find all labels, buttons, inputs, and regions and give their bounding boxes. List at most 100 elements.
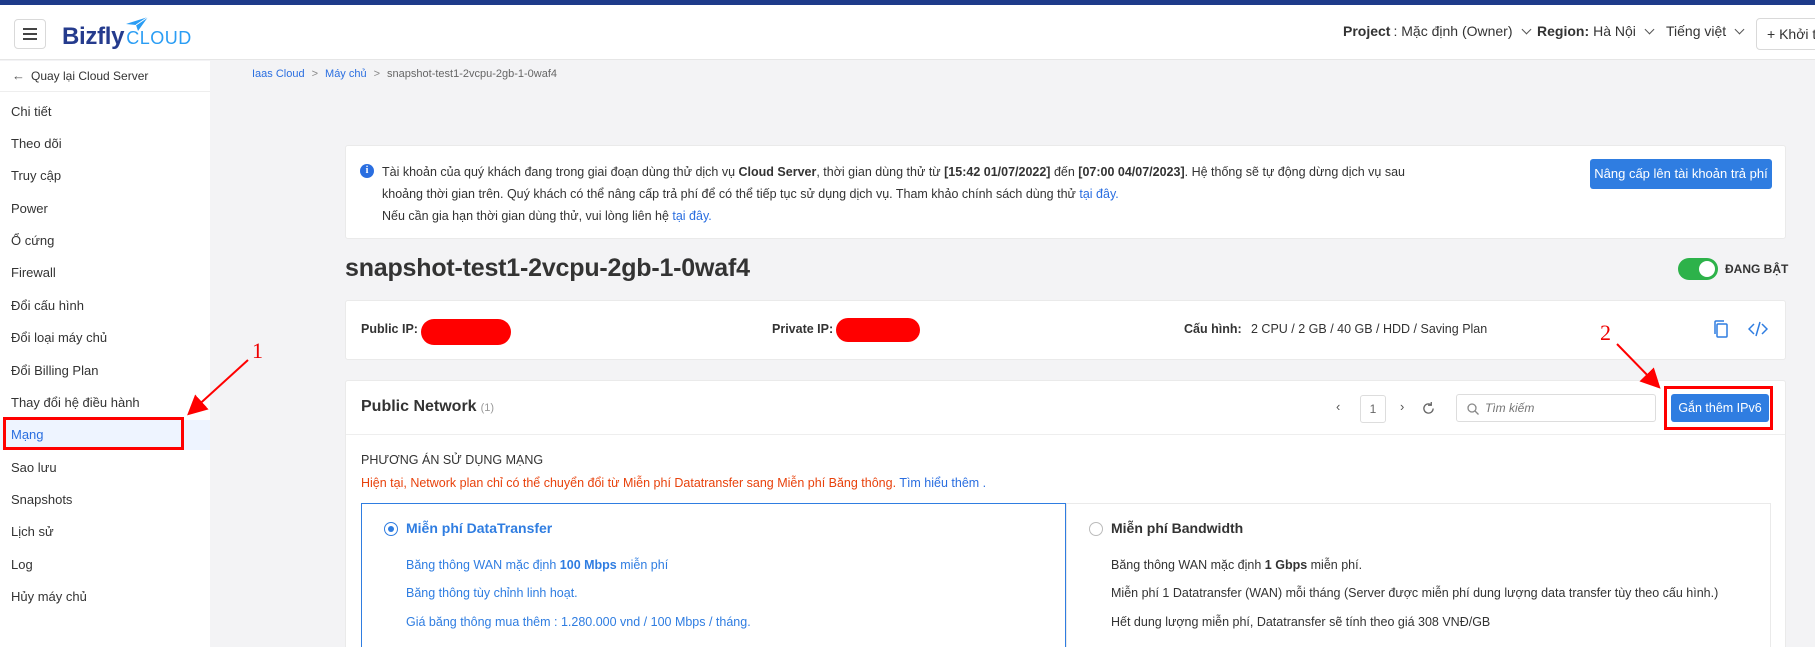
breadcrumb-separator: > xyxy=(311,68,319,80)
sidebar-item-log[interactable]: Log xyxy=(0,550,210,580)
sidebar: ← Quay lại Cloud Server Chi tiết Theo dõ… xyxy=(0,61,210,647)
plan-option-datatransfer[interactable]: Miễn phí DataTransfer Băng thông WAN mặc… xyxy=(361,503,1066,647)
sidebar-item-theo-doi[interactable]: Theo dõi xyxy=(0,129,210,159)
next-page-icon[interactable]: › xyxy=(1400,399,1404,414)
public-ip-label: Public IP: xyxy=(361,322,418,336)
top-header: Bizfly CLOUD Project : Mặc định (Owner) … xyxy=(0,5,1815,60)
current-page[interactable]: 1 xyxy=(1360,395,1386,423)
breadcrumb-current: snapshot-test1-2vcpu-2gb-1-0waf4 xyxy=(387,68,558,80)
chevron-down-icon xyxy=(1644,24,1655,34)
public-network-panel: Public Network(1) ‹ 1 › Gắn thêm IPv6 PH… xyxy=(345,380,1786,647)
annotation-box-ipv6 xyxy=(1664,386,1773,430)
radio-datatransfer[interactable] xyxy=(384,522,398,536)
logo-brand-main: Bizfly xyxy=(62,23,125,50)
prev-page-icon[interactable]: ‹ xyxy=(1336,399,1340,414)
config-value: 2 CPU / 2 GB / 40 GB / HDD / Saving Plan xyxy=(1251,322,1488,336)
option-line: Băng thông tùy chỉnh linh hoạt. xyxy=(406,586,578,600)
search-box[interactable] xyxy=(1456,394,1656,422)
sidebar-item-thay-doi-he-dieu-hanh[interactable]: Thay đổi hệ điều hành xyxy=(0,388,210,418)
sidebar-item-chi-tiet[interactable]: Chi tiết xyxy=(0,97,210,127)
breadcrumb: Iaas Cloud > Máy chủ > snapshot-test1-2vcpu-… xyxy=(252,68,557,80)
trial-notice-text: Tài khoản của quý khách đang trong giai … xyxy=(382,161,1442,227)
notice-text: , thời gian dùng thử từ xyxy=(816,165,945,179)
copy-icon[interactable] xyxy=(1711,319,1731,339)
sidebar-item-lich-su[interactable]: Lịch sử xyxy=(0,517,210,547)
notice-trial-end: [07:00 04/07/2023] xyxy=(1078,165,1185,179)
option-text: miễn phí xyxy=(616,558,669,572)
project-label: Project xyxy=(1343,23,1391,39)
option-line: Băng thông WAN mặc định 100 Mbps miễn ph… xyxy=(406,558,668,572)
breadcrumb-may-chu[interactable]: Máy chủ xyxy=(325,68,367,80)
notice-text: khoảng thời gian trên. Quý khách có thể … xyxy=(382,187,1080,201)
region-label: Region: xyxy=(1537,23,1590,39)
contact-link[interactable]: tại đây. xyxy=(672,209,711,223)
sidebar-item-doi-cau-hinh[interactable]: Đổi cấu hình xyxy=(0,291,210,321)
private-ip-redacted xyxy=(836,318,920,342)
annotation-number-2: 2 xyxy=(1600,320,1611,345)
sidebar-item-snapshots[interactable]: Snapshots xyxy=(0,485,210,515)
option-text: Băng thông WAN mặc định xyxy=(406,558,560,572)
sidebar-item-huy-may-chu[interactable]: Hủy máy chủ xyxy=(0,582,210,612)
notice-text: Tài khoản của quý khách đang trong giai … xyxy=(382,165,739,179)
learn-more-link[interactable]: Tìm hiểu thêm . xyxy=(899,476,986,490)
notice-service: Cloud Server xyxy=(738,165,817,179)
sidebar-item-truy-cap[interactable]: Truy cập xyxy=(0,161,210,191)
upgrade-account-button[interactable]: Nâng cấp lên tài khoản trả phí xyxy=(1590,159,1772,189)
search-input[interactable] xyxy=(1485,399,1645,417)
language-selector[interactable]: Tiếng việt xyxy=(1666,23,1745,39)
server-info-bar: Public IP: Private IP: Cấu hình: 2 CPU /… xyxy=(345,300,1786,360)
breadcrumb-separator: > xyxy=(373,68,381,80)
option-title: Miễn phí DataTransfer xyxy=(406,520,553,536)
sidebar-item-sao-luu[interactable]: Sao lưu xyxy=(0,453,210,483)
project-selector[interactable]: Project : Mặc định (Owner) xyxy=(1343,23,1531,39)
refresh-icon[interactable] xyxy=(1422,402,1435,415)
power-status-label: ĐANG BẬT xyxy=(1725,262,1789,276)
public-network-title: Public Network (1) xyxy=(361,398,494,416)
create-button[interactable]: + Khởi t xyxy=(1756,18,1815,50)
sidebar-item-doi-billing-plan[interactable]: Đổi Billing Plan xyxy=(0,356,210,386)
option-line: Băng thông WAN mặc định 1 Gbps miễn phí. xyxy=(1111,558,1362,572)
chevron-down-icon xyxy=(1521,24,1531,34)
config-label: Cấu hình: xyxy=(1184,322,1242,336)
radio-bandwidth[interactable] xyxy=(1089,522,1103,536)
panel-header: Public Network(1) ‹ 1 › Gắn thêm IPv6 xyxy=(346,381,1785,435)
code-icon[interactable] xyxy=(1748,319,1768,339)
trial-policy-link[interactable]: tại đây. xyxy=(1079,187,1118,201)
notice-text: . Hệ thống sẽ tự động dừng dịch vụ sau xyxy=(1184,165,1405,179)
arrow-left-icon: ← xyxy=(12,68,25,83)
panel-title-text: Public Network xyxy=(361,398,477,415)
option-title: Miễn phí Bandwidth xyxy=(1111,520,1244,536)
option-line: Hết dung lượng miễn phí, Datatransfer sẽ… xyxy=(1111,615,1491,629)
trial-notice: i Tài khoản của quý khách đang trong gia… xyxy=(345,145,1786,239)
server-name-title: snapshot-test1-2vcpu-2gb-1-0waf4 xyxy=(345,254,750,282)
notice-text: đến xyxy=(1050,165,1079,179)
language-value: Tiếng việt xyxy=(1666,23,1727,39)
breadcrumb-iaas-cloud[interactable]: Iaas Cloud xyxy=(252,68,305,80)
sidebar-item-o-cung[interactable]: Ổ cứng xyxy=(0,226,210,256)
option-line: Miễn phí 1 Datatransfer (WAN) mỗi tháng … xyxy=(1111,586,1719,600)
sidebar-divider xyxy=(0,91,210,92)
region-value: Hà Nội xyxy=(1593,23,1636,39)
network-count: (1) xyxy=(480,402,495,414)
annotation-number-1: 1 xyxy=(252,338,263,363)
sidebar-item-firewall[interactable]: Firewall xyxy=(0,258,210,288)
paper-plane-icon xyxy=(126,16,149,31)
annotation-box-mang xyxy=(3,417,184,450)
network-plan-note: Hiện tại, Network plan chỉ có thể chuyển… xyxy=(361,476,986,490)
region-selector[interactable]: Region: Hà Nội xyxy=(1537,23,1655,39)
network-plan-heading: PHƯƠNG ÁN SỬ DỤNG MẠNG xyxy=(361,453,544,467)
sidebar-item-power[interactable]: Power xyxy=(0,194,210,224)
bizfly-logo[interactable]: Bizfly CLOUD xyxy=(62,16,192,51)
project-value: : Mặc định (Owner) xyxy=(1393,23,1513,39)
plan-note-text: Hiện tại, Network plan chỉ có thể chuyển… xyxy=(361,476,900,490)
back-link-label: Quay lại Cloud Server xyxy=(31,68,149,83)
back-to-cloud-server-link[interactable]: ← Quay lại Cloud Server xyxy=(12,68,148,83)
sidebar-item-doi-loai-may-chu[interactable]: Đổi loại máy chủ xyxy=(0,323,210,353)
menu-toggle-button[interactable] xyxy=(14,19,46,49)
option-text: Băng thông WAN mặc định xyxy=(1111,558,1265,572)
option-bandwidth-value: 100 Mbps xyxy=(559,558,617,572)
option-text: miễn phí. xyxy=(1307,558,1363,572)
option-line: Giá băng thông mua thêm : 1.280.000 vnd … xyxy=(406,615,751,629)
power-toggle[interactable] xyxy=(1678,258,1718,280)
plan-option-bandwidth[interactable]: Miễn phí Bandwidth Băng thông WAN mặc đị… xyxy=(1066,503,1771,647)
